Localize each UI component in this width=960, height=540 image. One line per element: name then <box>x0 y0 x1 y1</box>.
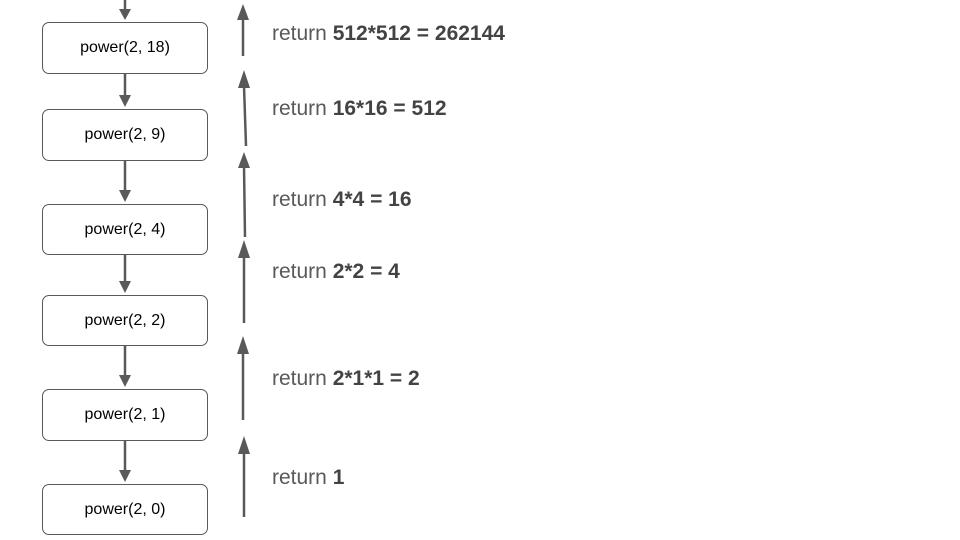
call-label: power(2, 2) <box>84 311 166 329</box>
call-box-power-2-9: power(2, 9) <box>42 109 208 161</box>
return-label-2: return 16*16 = 512 <box>272 97 447 121</box>
call-label: power(2, 4) <box>84 220 166 238</box>
return-arrow-4 <box>238 240 250 323</box>
call-arrow-18-to-9 <box>119 74 131 107</box>
return-value: 2*2 = 4 <box>332 260 400 283</box>
return-label-4: return 2*2 = 4 <box>272 260 400 284</box>
call-label: power(2, 9) <box>84 126 166 143</box>
return-label-1: return 512*512 = 262144 <box>272 22 505 46</box>
call-arrow-incoming <box>119 0 131 20</box>
call-label: power(2, 18) <box>80 39 170 56</box>
call-arrow-9-to-4 <box>119 161 131 202</box>
call-arrow-4-to-2 <box>119 255 131 293</box>
return-keyword: return <box>272 97 333 120</box>
return-value: 2*1*1 = 2 <box>332 367 420 390</box>
return-keyword: return <box>272 260 333 283</box>
call-box-power-2-18: power(2, 18) <box>42 22 208 74</box>
return-label-6: return 1 <box>272 466 344 490</box>
call-box-power-2-4: power(2, 4) <box>42 204 208 255</box>
call-label: power(2, 0) <box>84 500 166 518</box>
return-value: 4*4 = 16 <box>332 188 412 211</box>
return-arrow-6 <box>238 436 250 517</box>
return-arrows <box>237 4 250 517</box>
return-label-3: return 4*4 = 16 <box>272 188 412 212</box>
return-keyword: return <box>272 367 333 390</box>
return-arrow-1 <box>237 4 249 56</box>
call-arrow-2-to-1 <box>119 346 131 387</box>
return-arrow-5 <box>237 336 249 420</box>
return-arrow-2 <box>238 70 250 147</box>
return-arrow-3 <box>238 152 250 238</box>
return-keyword: return <box>272 188 333 211</box>
call-arrow-1-to-0 <box>119 441 131 482</box>
call-box-power-2-0: power(2, 0) <box>42 484 208 535</box>
return-value: 1 <box>332 466 345 489</box>
return-keyword: return <box>272 22 333 45</box>
call-box-power-2-1: power(2, 1) <box>42 389 208 441</box>
return-label-5: return 2*1*1 = 2 <box>272 367 420 391</box>
call-label: power(2, 1) <box>84 406 166 423</box>
return-value: 512*512 = 262144 <box>332 22 505 45</box>
return-keyword: return <box>272 466 333 489</box>
call-box-power-2-2: power(2, 2) <box>42 295 208 346</box>
arrows-layer <box>119 0 250 517</box>
return-value: 16*16 = 512 <box>332 97 447 120</box>
